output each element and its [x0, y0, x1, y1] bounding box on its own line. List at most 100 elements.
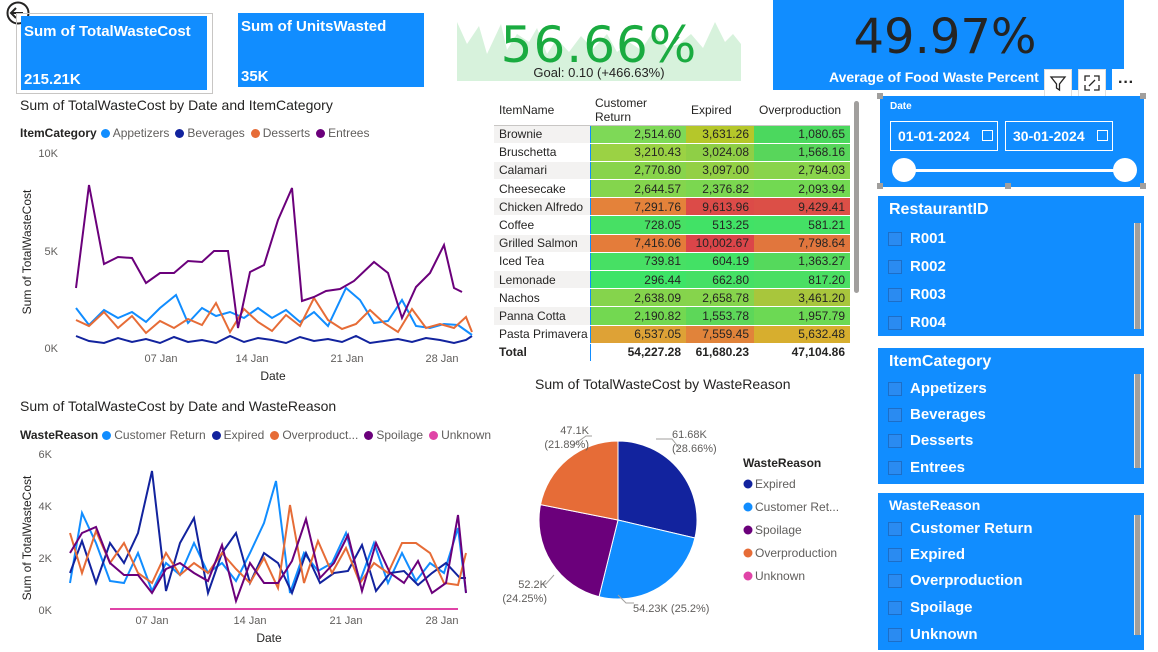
item-name: Lemonade — [494, 270, 591, 290]
legend-item-beverages[interactable]: Beverages — [175, 126, 245, 140]
table-row[interactable]: Grilled Salmon 7,416.06 10,002.67 7,798.64 — [494, 234, 850, 253]
line-chart-1-ylabel: Sum of TotalWasteCost — [20, 189, 34, 314]
cell-expired: 513.25 — [686, 215, 754, 235]
focus-mode-button[interactable] — [1078, 69, 1106, 97]
legend-dot — [316, 128, 326, 138]
slicer-option-customer-return[interactable]: Customer Return — [888, 520, 1033, 537]
table-row[interactable]: Brownie 2,514.60 3,631.26 1,080.65 — [494, 125, 850, 144]
range-end-handle[interactable] — [1113, 158, 1137, 182]
pie-legend-item-customer-return[interactable]: Customer Ret... — [743, 500, 840, 514]
legend-label: Appetizers — [112, 126, 170, 140]
cell-overproduction: 2,794.03 — [754, 161, 850, 181]
checkbox[interactable] — [888, 259, 902, 274]
slicer-option-spoilage[interactable]: Spoilage — [888, 599, 973, 616]
selection-handle[interactable] — [1140, 183, 1146, 189]
legend-item-overproduction[interactable]: Overproduct... — [270, 428, 358, 442]
checkbox[interactable] — [888, 460, 902, 475]
selection-handle[interactable] — [1140, 93, 1146, 99]
legend-item-customer-return[interactable]: Customer Return — [102, 428, 206, 442]
calendar-icon[interactable] — [1097, 130, 1108, 141]
start-date-input[interactable]: 01-01-2024 — [890, 121, 998, 151]
item-name: Grilled Salmon — [494, 234, 591, 253]
pie-legend-item-unknown[interactable]: Unknown — [743, 569, 806, 583]
pie-legend-item-spoilage[interactable]: Spoilage — [743, 523, 803, 537]
y-tick: 4K — [39, 501, 53, 513]
slicer-option-r001[interactable]: R001 — [888, 230, 946, 247]
pie-label-expired-value: 61.68K — [672, 429, 708, 441]
slicer-option-appetizers[interactable]: Appetizers — [888, 380, 987, 397]
y-tick: 10K — [38, 148, 58, 160]
legend-label: Overproduct... — [282, 428, 359, 442]
end-date-value: 30-01-2024 — [1013, 128, 1085, 144]
checkbox[interactable] — [888, 231, 902, 246]
table-row[interactable]: Coffee 728.05 513.25 581.21 — [494, 215, 850, 235]
slicer-option-r003[interactable]: R003 — [888, 286, 946, 303]
table-total-row: Total 54,227.28 61,680.23 47,104.86 — [494, 342, 850, 362]
slicer-option-expired[interactable]: Expired — [888, 546, 965, 563]
checkbox[interactable] — [888, 407, 902, 422]
date-range-track[interactable] — [905, 169, 1126, 172]
slicer-option-desserts[interactable]: Desserts — [888, 432, 973, 449]
legend-item-desserts[interactable]: Desserts — [250, 126, 310, 140]
slicer-scrollbar[interactable] — [1134, 374, 1141, 468]
checkbox[interactable] — [888, 381, 902, 396]
end-date-input[interactable]: 30-01-2024 — [1005, 121, 1113, 151]
slicer-scrollbar[interactable] — [1134, 223, 1141, 329]
slicer-scrollbar[interactable] — [1134, 515, 1141, 635]
slicer-option-r002[interactable]: R002 — [888, 258, 946, 275]
matrix-header-overproduction[interactable]: Overproduction — [754, 96, 850, 126]
checkbox[interactable] — [888, 627, 902, 642]
checkbox[interactable] — [888, 547, 902, 562]
table-row[interactable]: Bruschetta 3,210.43 3,024.08 1,568.16 — [494, 143, 850, 162]
scrollbar-thumb[interactable] — [1135, 515, 1140, 635]
cell-overproduction: 7,798.64 — [754, 234, 850, 253]
pie-legend-item-overproduction[interactable]: Overproduction — [743, 546, 838, 560]
table-row[interactable]: Panna Cotta 2,190.82 1,553.78 1,957.79 — [494, 306, 850, 326]
pie-label-spoilage-pct: (24.25%) — [502, 593, 547, 605]
table-row[interactable]: Calamari 2,770.80 3,097.00 2,794.03 — [494, 161, 850, 181]
table-row[interactable]: Nachos 2,638.09 2,658.78 3,461.20 — [494, 288, 850, 308]
calendar-icon[interactable] — [982, 130, 993, 141]
slicer-option-beverages[interactable]: Beverages — [888, 406, 986, 423]
table-row[interactable]: Cheesecake 2,644.57 2,376.82 2,093.94 — [494, 179, 850, 199]
legend-item-spoilage[interactable]: Spoilage — [364, 428, 423, 442]
matrix-header-expired[interactable]: Expired — [686, 96, 754, 126]
legend-item-expired[interactable]: Expired — [211, 428, 264, 442]
checkbox[interactable] — [888, 287, 902, 302]
scrollbar-thumb[interactable] — [1135, 223, 1140, 329]
cell-customer-return: 728.05 — [590, 215, 686, 235]
filter-button[interactable] — [1044, 69, 1072, 97]
checkbox[interactable] — [888, 315, 902, 330]
selection-handle[interactable] — [877, 183, 883, 189]
selection-handle[interactable] — [877, 93, 883, 99]
selection-handle[interactable] — [1005, 183, 1011, 189]
slicer-option-entrees[interactable]: Entrees — [888, 459, 965, 476]
legend-item-appetizers[interactable]: Appetizers — [100, 126, 170, 140]
table-row[interactable]: Pasta Primavera 6,537.05 7,559.45 5,632.48 — [494, 325, 850, 344]
checkbox[interactable] — [888, 433, 902, 448]
table-row[interactable]: Iced Tea 739.81 604.19 1,363.27 — [494, 252, 850, 272]
table-row[interactable]: Chicken Alfredo 7,291.76 9,613.96 9,429.41 — [494, 197, 850, 217]
scrollbar-thumb[interactable] — [1135, 374, 1140, 468]
checkbox[interactable] — [888, 600, 902, 615]
slicer-option-overproduction[interactable]: Overproduction — [888, 572, 1023, 589]
legend-label: Expired — [755, 477, 796, 491]
table-row[interactable]: Lemonade 296.44 662.80 817.20 — [494, 270, 850, 290]
x-tick: 28 Jan — [425, 353, 458, 365]
cell-customer-return: 7,416.06 — [590, 234, 686, 253]
pie-legend-item-expired[interactable]: Expired — [743, 477, 796, 491]
matrix-scrollbar[interactable] — [854, 101, 859, 293]
range-start-handle[interactable] — [892, 158, 916, 182]
option-label: Desserts — [910, 432, 974, 449]
slicer-option-r004[interactable]: R004 — [888, 314, 946, 331]
legend-item-unknown[interactable]: Unknown — [429, 428, 491, 442]
legend-label: Overproduction — [755, 546, 837, 560]
checkbox[interactable] — [888, 573, 902, 588]
matrix-header-customer-return[interactable]: Customer Return — [590, 96, 686, 126]
checkbox[interactable] — [888, 521, 902, 536]
slicer-option-unknown[interactable]: Unknown — [888, 626, 978, 643]
x-tick: 21 Jan — [329, 615, 362, 627]
matrix-header-itemname[interactable]: ItemName — [494, 96, 590, 126]
legend-item-entrees[interactable]: Entrees — [316, 126, 369, 140]
more-options-button[interactable]: ··· — [1112, 69, 1140, 97]
